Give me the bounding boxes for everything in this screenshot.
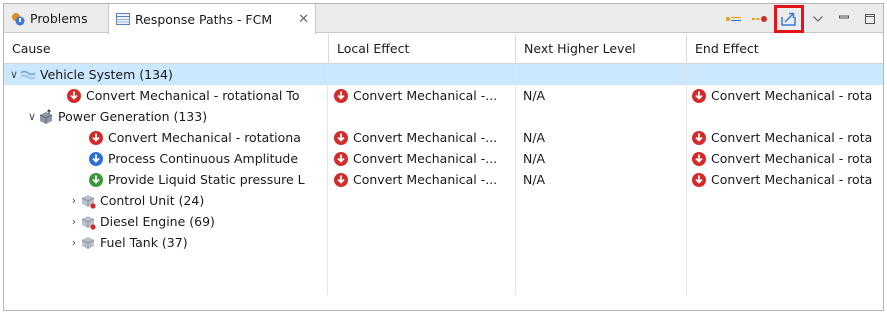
row-next-higher: N/A xyxy=(516,85,687,106)
chevron-right-icon[interactable]: › xyxy=(68,211,80,232)
row-next-higher xyxy=(516,232,687,253)
failure-mode-red-icon xyxy=(691,172,707,188)
filter-link-icon[interactable] xyxy=(748,8,772,30)
row-end-effect xyxy=(687,64,883,85)
failure-mode-red-icon xyxy=(333,130,349,146)
failure-mode-blue-icon xyxy=(88,151,104,167)
minimize-icon[interactable] xyxy=(832,8,856,30)
row-cause: Convert Mechanical - rotationa xyxy=(108,130,301,145)
row-local-effect: Convert Mechanical -... xyxy=(353,151,498,166)
row-next-higher: N/A xyxy=(516,148,687,169)
system-icon xyxy=(20,67,36,83)
row-end-effect xyxy=(687,232,883,253)
collapse-lines-icon[interactable] xyxy=(722,8,746,30)
column-header-end-effect[interactable]: End Effect xyxy=(687,34,883,64)
row-next-higher xyxy=(516,64,687,85)
failure-mode-green-icon xyxy=(88,172,104,188)
tab-problems-label: Problems xyxy=(30,11,88,26)
failure-mode-red-icon xyxy=(691,151,707,167)
tab-problems[interactable]: Problems xyxy=(4,4,106,33)
table-row[interactable]: › Diesel Engine (69) xyxy=(4,211,883,232)
failure-mode-red-icon xyxy=(88,130,104,146)
subsystem-icon xyxy=(80,235,96,251)
row-local-effect xyxy=(329,64,516,85)
row-next-higher: N/A xyxy=(516,169,687,190)
view-menu-icon[interactable] xyxy=(806,8,830,30)
view-toolbar xyxy=(721,4,883,33)
row-cause: Fuel Tank (37) xyxy=(100,235,188,250)
row-end-effect: Convert Mechanical - rota xyxy=(711,172,873,187)
problems-icon xyxy=(10,11,26,27)
table-row[interactable]: Convert Mechanical - rotationa Convert M… xyxy=(4,127,883,148)
row-end-effect: Convert Mechanical - rota xyxy=(711,151,873,166)
row-next-higher xyxy=(516,211,687,232)
column-header-cause[interactable]: Cause xyxy=(4,34,329,64)
response-paths-table: Cause Local Effect Next Higher Level End… xyxy=(4,34,883,295)
table-row[interactable]: Provide Liquid Static pressure L Convert… xyxy=(4,169,883,190)
row-cause: Diesel Engine (69) xyxy=(100,214,215,229)
row-cause: Convert Mechanical - rotational To xyxy=(86,88,300,103)
chevron-right-icon[interactable]: › xyxy=(68,232,80,253)
failure-mode-red-icon xyxy=(333,151,349,167)
row-local-effect: Convert Mechanical -... xyxy=(353,88,498,103)
failure-mode-red-icon xyxy=(333,172,349,188)
table-row[interactable]: ∨ Vehicle System (134) xyxy=(4,64,883,85)
response-paths-view: Problems Response Paths - FCM ✕ Cause Lo… xyxy=(3,3,884,311)
subsystem-error-icon xyxy=(80,193,96,209)
chevron-right-icon[interactable]: › xyxy=(68,190,80,211)
tab-bar: Problems Response Paths - FCM ✕ xyxy=(4,4,883,34)
row-local-effect: Convert Mechanical -... xyxy=(353,172,498,187)
table-row[interactable]: › Fuel Tank (37) xyxy=(4,232,883,253)
row-next-higher: N/A xyxy=(516,127,687,148)
component-icon xyxy=(38,108,54,125)
row-cause: Vehicle System (134) xyxy=(40,67,173,82)
row-end-effect xyxy=(687,211,883,232)
row-local-effect xyxy=(329,211,516,232)
table-icon xyxy=(115,11,131,27)
tab-response-paths-label: Response Paths - FCM xyxy=(135,11,273,27)
row-end-effect xyxy=(687,106,883,127)
chevron-down-icon[interactable]: ∨ xyxy=(26,106,38,127)
tab-response-paths[interactable]: Response Paths - FCM ✕ xyxy=(108,4,316,34)
failure-mode-red-icon xyxy=(691,130,707,146)
failure-mode-red-icon xyxy=(66,88,82,104)
chevron-down-icon[interactable]: ∨ xyxy=(8,64,20,85)
subsystem-error-icon xyxy=(80,214,96,230)
close-tab-icon[interactable]: ✕ xyxy=(290,12,309,27)
row-cause: Provide Liquid Static pressure L xyxy=(108,172,305,187)
table-header: Cause Local Effect Next Higher Level End… xyxy=(4,34,883,64)
failure-mode-red-icon xyxy=(333,88,349,104)
table-row[interactable]: › Control Unit (24) xyxy=(4,190,883,211)
row-end-effect: Convert Mechanical - rota xyxy=(711,88,873,103)
row-cause: Control Unit (24) xyxy=(100,193,205,208)
failure-mode-red-icon xyxy=(691,88,707,104)
row-end-effect xyxy=(687,190,883,211)
table-row[interactable]: ∨ Power Generation (133) xyxy=(4,106,883,127)
empty-row xyxy=(4,253,883,274)
row-cause: Power Generation (133) xyxy=(58,109,208,124)
row-next-higher xyxy=(516,190,687,211)
row-local-effect xyxy=(329,190,516,211)
table-row[interactable]: Process Continuous Amplitude Convert Mec… xyxy=(4,148,883,169)
row-local-effect xyxy=(329,232,516,253)
row-next-higher xyxy=(516,106,687,127)
column-header-local-effect[interactable]: Local Effect xyxy=(329,34,516,64)
column-header-next-higher-level[interactable]: Next Higher Level xyxy=(516,34,687,64)
export-button[interactable] xyxy=(774,4,804,33)
row-cause: Process Continuous Amplitude xyxy=(108,151,299,166)
table-row[interactable]: Convert Mechanical - rotational To Conve… xyxy=(4,85,883,106)
row-local-effect xyxy=(329,106,516,127)
row-local-effect: Convert Mechanical -... xyxy=(353,130,498,145)
row-end-effect: Convert Mechanical - rota xyxy=(711,130,873,145)
maximize-icon[interactable] xyxy=(858,8,882,30)
empty-row xyxy=(4,274,883,295)
